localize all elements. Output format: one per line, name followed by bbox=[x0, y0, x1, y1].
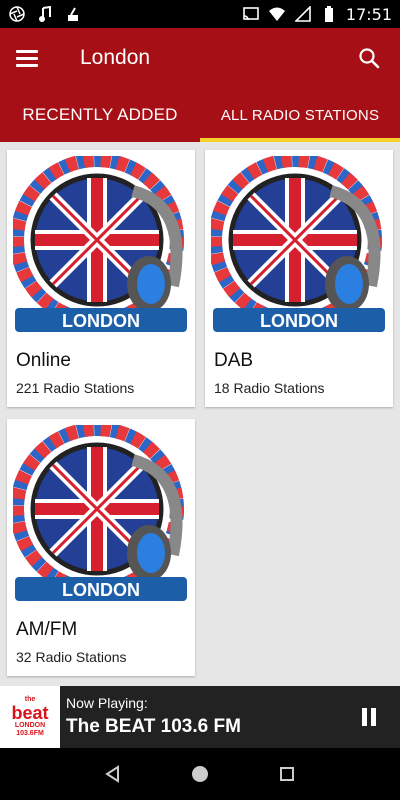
station-logo: the beat LONDON 103.6FM bbox=[0, 686, 60, 748]
battery-icon bbox=[320, 5, 338, 23]
station-count: 18 Radio Stations bbox=[214, 380, 325, 396]
pause-icon[interactable] bbox=[362, 708, 378, 726]
london-radio-artwork: LONDON bbox=[13, 156, 187, 332]
artwork-badge-label: LONDON bbox=[260, 311, 338, 331]
music-note-icon bbox=[36, 5, 54, 23]
artwork-badge-label: LONDON bbox=[62, 580, 140, 600]
search-icon[interactable] bbox=[354, 43, 384, 73]
status-bar: 17:51 bbox=[0, 0, 400, 28]
app-bar: London RECENTLY ADDED ALL RADIO STATIONS bbox=[0, 28, 400, 142]
london-radio-artwork: LONDON bbox=[211, 156, 385, 332]
clock: 17:51 bbox=[345, 4, 392, 24]
home-icon[interactable] bbox=[187, 761, 213, 787]
category-name: AM/FM bbox=[16, 619, 78, 640]
station-count: 32 Radio Stations bbox=[16, 649, 127, 665]
artwork-badge-label: LONDON bbox=[62, 311, 140, 331]
now-playing-label: Now Playing: bbox=[66, 695, 148, 711]
now-playing-bar[interactable]: the beat LONDON 103.6FM Now Playing: The… bbox=[0, 686, 400, 748]
station-name: The BEAT 103.6 FM bbox=[66, 716, 241, 737]
wifi-icon bbox=[268, 5, 286, 23]
category-card-dab[interactable]: LONDON DAB 18 Radio Stations bbox=[205, 150, 393, 407]
category-card-online[interactable]: LONDON Online 221 Radio Stations bbox=[7, 150, 195, 407]
aperture-icon bbox=[8, 5, 26, 23]
cast-icon bbox=[242, 5, 260, 23]
page-title: London bbox=[80, 46, 151, 69]
london-radio-artwork: LONDON bbox=[13, 425, 187, 601]
tab-recently-added[interactable]: RECENTLY ADDED bbox=[0, 88, 200, 142]
category-name: Online bbox=[16, 350, 71, 371]
recents-icon[interactable] bbox=[274, 761, 300, 787]
back-icon[interactable] bbox=[100, 761, 126, 787]
category-name: DAB bbox=[214, 350, 254, 371]
menu-icon[interactable] bbox=[16, 42, 48, 74]
tab-all-radio-stations[interactable]: ALL RADIO STATIONS bbox=[200, 88, 400, 142]
signal-icon bbox=[294, 5, 312, 23]
station-count: 221 Radio Stations bbox=[16, 380, 135, 396]
system-nav-bar bbox=[0, 748, 400, 800]
category-card-am-fm[interactable]: LONDON AM/FM 32 Radio Stations bbox=[7, 419, 195, 676]
cleaning-icon bbox=[64, 5, 82, 23]
